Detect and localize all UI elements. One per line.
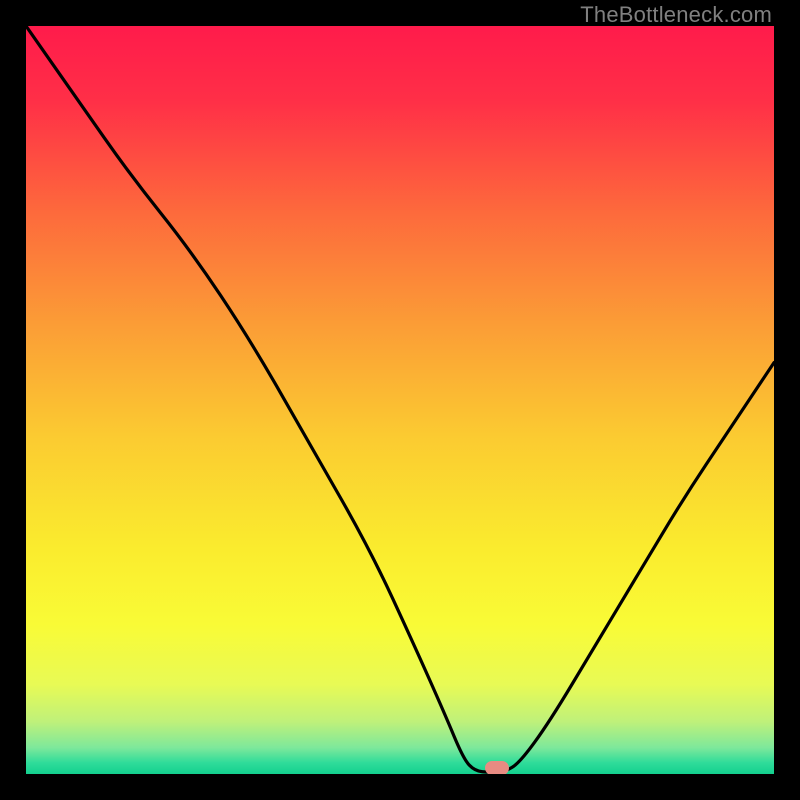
chart-frame: TheBottleneck.com: [0, 0, 800, 800]
plot-area: [26, 26, 774, 774]
bottleneck-curve: [26, 26, 774, 774]
optimal-marker: [485, 761, 509, 774]
watermark-text: TheBottleneck.com: [580, 2, 772, 28]
